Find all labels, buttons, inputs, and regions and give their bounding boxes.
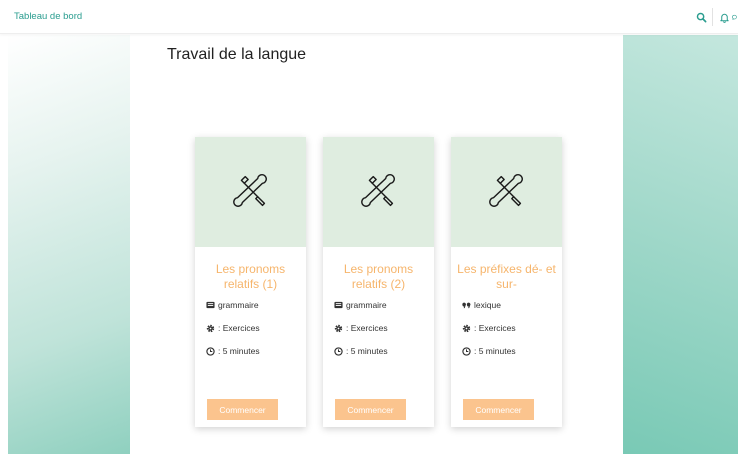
tools-icon xyxy=(228,166,274,219)
category-label: grammaire xyxy=(218,300,259,310)
category-label: grammaire xyxy=(346,300,387,310)
card-category: lexique xyxy=(462,300,501,310)
card-duration: : 5 minutes xyxy=(334,346,388,356)
start-button[interactable]: Commencer xyxy=(463,399,534,420)
gear-icon xyxy=(334,324,343,333)
card-duration: : 5 minutes xyxy=(462,346,516,356)
tools-icon xyxy=(484,166,530,219)
type-label: : Exercices xyxy=(474,323,516,333)
bell-icon[interactable] xyxy=(716,9,732,25)
card-title[interactable]: Les pronoms relatifs (1) xyxy=(199,262,302,292)
navbar-divider xyxy=(712,8,713,26)
start-button[interactable]: Commencer xyxy=(207,399,278,420)
duration-label: : 5 minutes xyxy=(218,346,260,356)
card-type: : Exercices xyxy=(206,323,260,333)
clock-icon xyxy=(462,346,471,356)
keyboard-icon xyxy=(334,301,343,310)
gear-icon xyxy=(462,324,471,333)
card-title[interactable]: Les préfixes dé- et sur- xyxy=(455,262,558,292)
quote-icon xyxy=(462,301,471,310)
card-image xyxy=(451,137,562,247)
card-type: : Exercices xyxy=(462,323,516,333)
gear-icon xyxy=(206,324,215,333)
card-category: grammaire xyxy=(206,300,259,310)
tools-icon xyxy=(356,166,402,219)
clock-icon xyxy=(334,346,343,356)
clock-icon xyxy=(206,346,215,356)
keyboard-icon xyxy=(206,301,215,310)
background-right-gradient xyxy=(623,35,738,454)
duration-label: : 5 minutes xyxy=(346,346,388,356)
type-label: : Exercices xyxy=(218,323,260,333)
card-category: grammaire xyxy=(334,300,387,310)
card-duration: : 5 minutes xyxy=(206,346,260,356)
category-label: lexique xyxy=(474,300,501,310)
course-card[interactable]: Les pronoms relatifs (2) grammaire : Exe… xyxy=(323,137,434,427)
background-left-gradient xyxy=(8,35,130,454)
course-card[interactable]: Les préfixes dé- et sur- lexique : Exerc… xyxy=(451,137,562,427)
search-icon[interactable] xyxy=(693,9,709,25)
card-image xyxy=(195,137,306,247)
card-title[interactable]: Les pronoms relatifs (2) xyxy=(327,262,430,292)
chat-icon[interactable] xyxy=(732,9,738,25)
page-title: Travail de la langue xyxy=(167,46,307,63)
navbar-actions xyxy=(693,8,738,26)
top-navbar: Tableau de bord xyxy=(0,0,738,34)
dashboard-link[interactable]: Tableau de bord xyxy=(14,11,82,22)
card-type: : Exercices xyxy=(334,323,388,333)
type-label: : Exercices xyxy=(346,323,388,333)
start-button[interactable]: Commencer xyxy=(335,399,406,420)
card-image xyxy=(323,137,434,247)
duration-label: : 5 minutes xyxy=(474,346,516,356)
course-card[interactable]: Les pronoms relatifs (1) grammaire : Exe… xyxy=(195,137,306,427)
